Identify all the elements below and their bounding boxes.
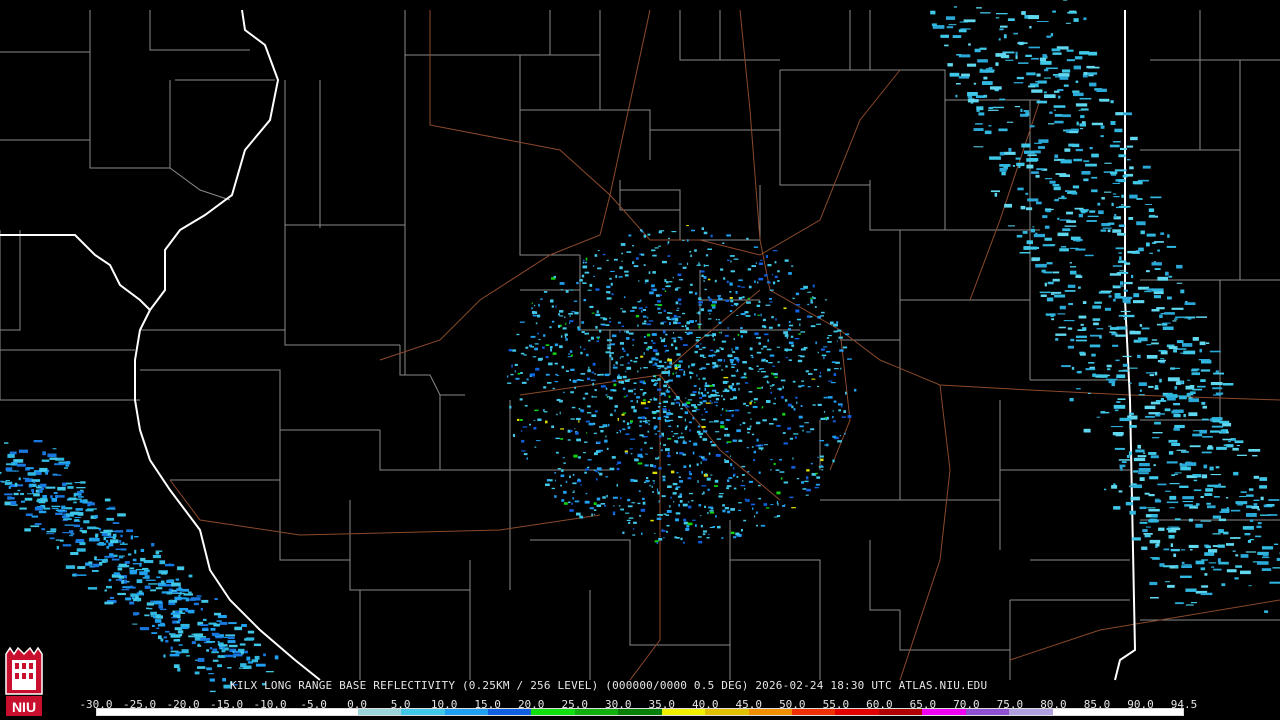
- colorbar-swatch: [618, 709, 662, 715]
- colorbar-labels: -30.0 -25.0 -20.0 -15.0 -10.0 -5.0 0.0 5.0 10.0 1…: [79, 698, 1197, 711]
- colorbar-swatch: [1096, 709, 1140, 715]
- colorbar-swatch: [227, 709, 271, 715]
- colorbar-swatch: [835, 709, 879, 715]
- colorbar-swatch: [922, 709, 966, 715]
- colorbar-swatch: [357, 709, 402, 715]
- colorbar-swatch: [574, 709, 619, 715]
- colorbar-swatch: [965, 709, 1010, 715]
- product-caption: KILX LONG RANGE BASE REFLECTIVITY (0.25K…: [230, 679, 988, 692]
- colorbar-swatch: [487, 709, 532, 715]
- colorbar-swatch: [1009, 709, 1053, 715]
- colorbar-swatch: [531, 709, 575, 715]
- colorbar-swatch: [444, 709, 488, 715]
- colorbar-swatch: [183, 709, 228, 715]
- reflectivity-colorbar: [96, 708, 1184, 716]
- colorbar-swatch: [748, 709, 792, 715]
- colorbar-swatch: [140, 709, 184, 715]
- logo-text: NIU: [12, 699, 36, 715]
- colorbar-swatch: [401, 709, 445, 715]
- radar-map: [0, 0, 1280, 720]
- colorbar-swatch: [1139, 709, 1183, 715]
- colorbar-swatch: [792, 709, 836, 715]
- colorbar-swatch: [661, 709, 706, 715]
- niu-logo: NIU: [2, 646, 46, 718]
- colorbar-swatch: [705, 709, 749, 715]
- colorbar-swatch: [270, 709, 315, 715]
- colorbar-swatch: [97, 709, 141, 715]
- colorbar-swatch: [314, 709, 358, 715]
- colorbar-swatch: [1052, 709, 1097, 715]
- colorbar-swatch: [878, 709, 923, 715]
